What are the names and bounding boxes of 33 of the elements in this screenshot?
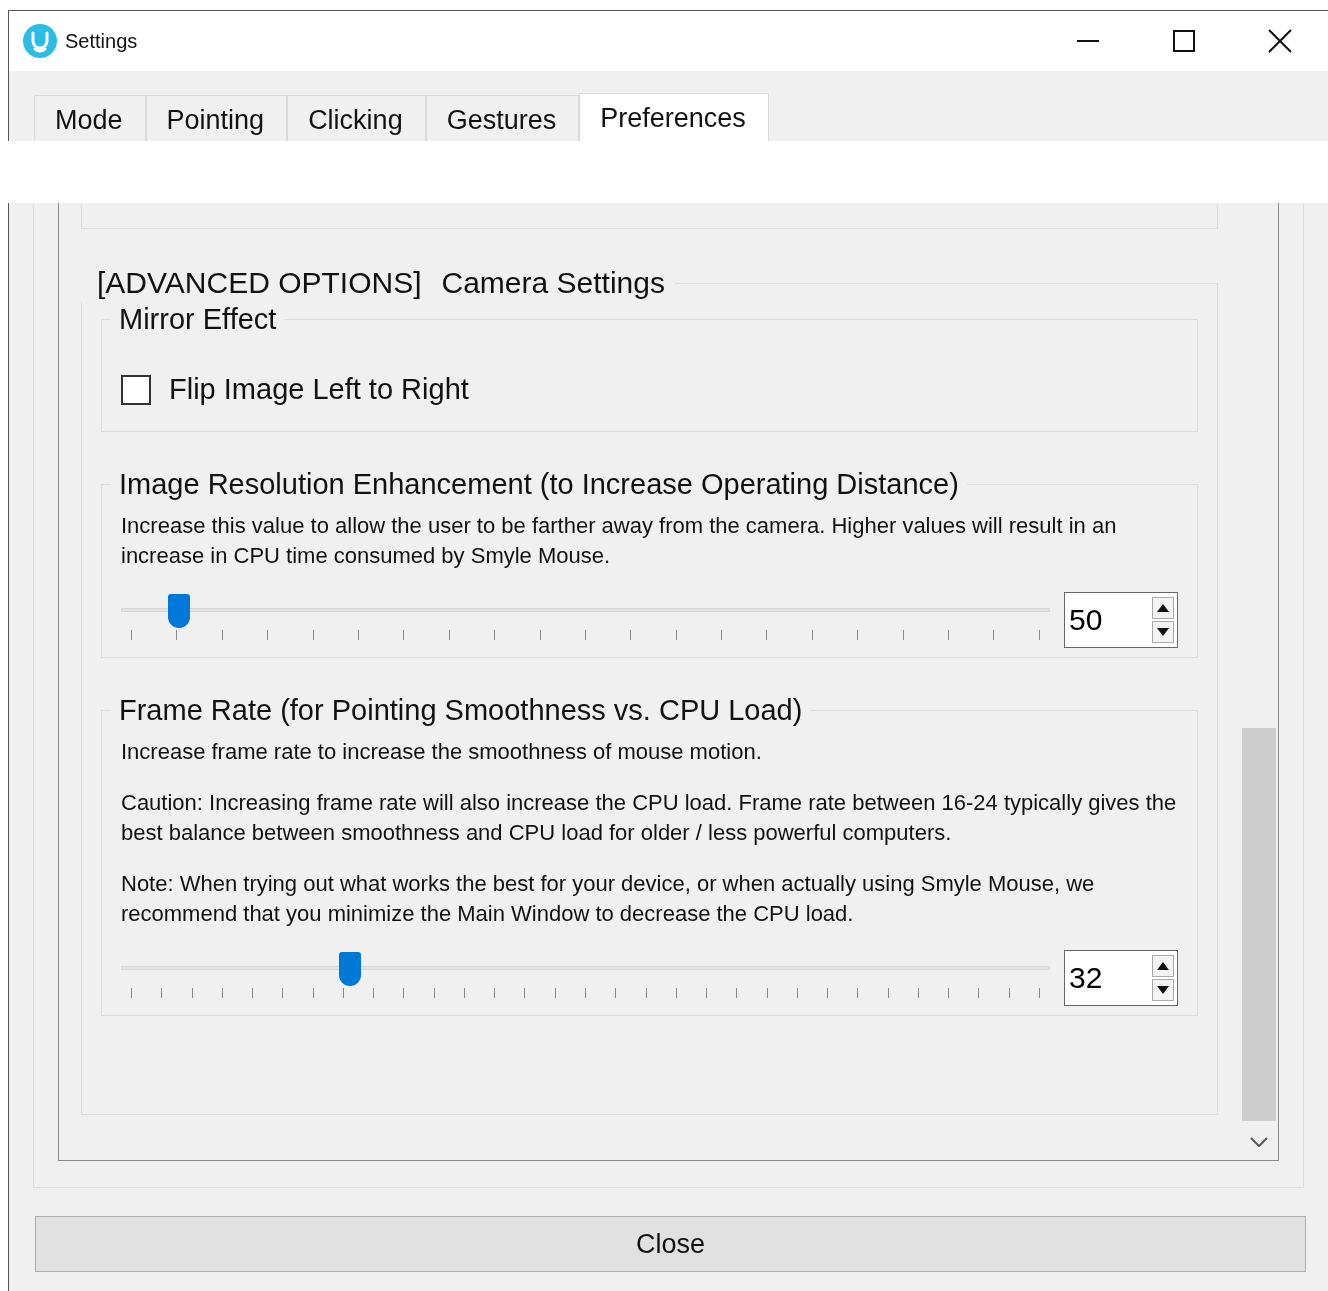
- chevron-down-icon: [1250, 1137, 1268, 1147]
- spin-box[interactable]: 50: [1064, 591, 1178, 648]
- tab[interactable]: Preferences: [579, 93, 769, 141]
- minimize-icon: [1077, 40, 1099, 42]
- tab[interactable]: Clicking: [287, 95, 426, 141]
- decrement-button[interactable]: [1152, 978, 1174, 1001]
- description-text: Caution: Increasing frame rate will also increase the CPU load. Frame rate between 16-24 typically gives the best balance between smoothness and CPU load for older / less powerful computers.: [121, 788, 1178, 847]
- description-text: Note: When trying out what works the best for your device, or when actually using Smyle Mouse, we recommend that you minimize the Main Window to decrease the CPU load.: [121, 869, 1096, 928]
- decrement-button[interactable]: [1152, 620, 1174, 643]
- increment-button[interactable]: [1152, 596, 1174, 619]
- close-icon: [1268, 29, 1292, 53]
- up-arrow-icon: [1157, 603, 1169, 612]
- maximize-icon: [1173, 30, 1195, 52]
- down-arrow-icon: [1157, 627, 1169, 636]
- checkbox-label[interactable]: Flip Image Left to Right: [169, 368, 469, 412]
- description-text: Increase this value to allow the user to be farther away from the camera. Higher values will result in an increase in CPU time consumed by Smyle Mouse.: [121, 511, 1118, 570]
- down-arrow-icon: [1157, 985, 1169, 994]
- slider-thumb[interactable]: [338, 951, 361, 986]
- increment-button[interactable]: [1152, 954, 1174, 977]
- slider-thumb[interactable]: [167, 593, 190, 628]
- tab[interactable]: Mode: [34, 95, 146, 141]
- section-tag: [ADVANCED OPTIONS]: [97, 264, 422, 302]
- tab[interactable]: Pointing: [145, 95, 288, 141]
- scrollbar-thumb[interactable]: [1242, 728, 1276, 1121]
- checkbox[interactable]: [121, 374, 151, 405]
- tab[interactable]: Gestures: [425, 95, 580, 141]
- spin-box[interactable]: 32: [1064, 949, 1178, 1006]
- section-title: Camera Settings: [441, 265, 665, 301]
- description-text: Increase frame rate to increase the smoothness of mouse motion.: [121, 737, 763, 766]
- up-arrow-icon: [1157, 961, 1169, 970]
- app-logo-icon: [23, 24, 57, 58]
- close-button[interactable]: Close: [35, 1216, 1306, 1272]
- window-title: Settings: [65, 29, 138, 54]
